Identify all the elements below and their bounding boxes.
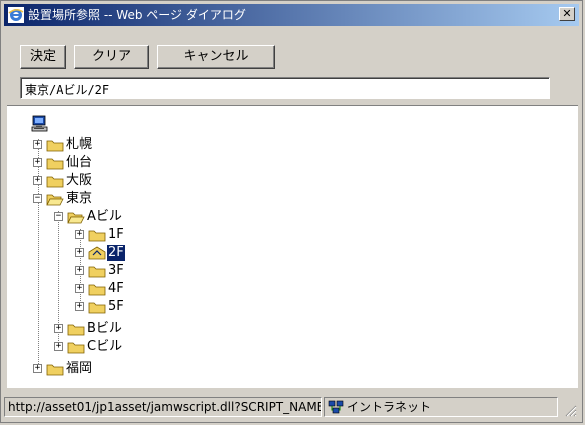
folder-icon [88,266,106,278]
tree-node-label: 5F [108,299,124,314]
tree-node-label: Bビル [87,321,122,336]
cancel-button[interactable]: キャンセル [157,45,275,69]
folder-icon [46,176,64,188]
close-button[interactable]: ✕ [559,7,575,21]
folder-icon [88,302,106,314]
ie-icon [8,7,24,23]
location-tree[interactable]: + 札幌 + 仙台 + 大阪 − 東京 − Aビル + 1F + 2F + 3F… [7,107,578,388]
status-url: http://asset01/jp1asset/jamwscript.dll?S… [4,397,322,417]
expand-toggle[interactable]: + [75,284,84,293]
tree-node-label: Cビル [87,339,123,354]
collapse-toggle[interactable]: − [33,194,42,203]
folder-icon [88,230,106,242]
resize-grip-icon[interactable] [563,403,577,417]
computer-icon [31,115,48,132]
tree-node-label: 福岡 [66,361,93,376]
clear-button[interactable]: クリア [74,45,149,69]
window-title: 設置場所参照 -- Web ページ ダイアログ [28,8,246,22]
folder-icon [46,158,64,170]
tree-node-label: 札幌 [66,137,93,152]
folder-icon [67,324,85,336]
expand-toggle[interactable]: + [33,158,42,167]
tree-node-label: 3F [108,263,124,278]
expand-toggle[interactable]: + [75,230,84,239]
tree-node-label: 大阪 [66,173,93,188]
intranet-icon [328,400,344,414]
tree-node-label: Aビル [87,209,122,224]
folder-icon [88,284,106,296]
tree-node-label: 2F [107,245,125,261]
dialog-window: 設置場所参照 -- Web ページ ダイアログ ✕ 決定 クリア キャンセル 東… [0,0,583,423]
zone-label: イントラネット [347,400,432,414]
tree-node-label: 仙台 [66,155,93,170]
folder-selected-icon [88,246,106,260]
folder-icon [46,140,64,152]
expand-toggle[interactable]: + [54,324,63,333]
expand-toggle[interactable]: + [75,248,84,257]
folder-icon [67,342,85,354]
folder-open-icon [46,194,64,206]
expand-toggle[interactable]: + [75,302,84,311]
ok-button[interactable]: 決定 [20,45,66,69]
tree-node-label: 4F [108,281,124,296]
tree-node-label: 1F [108,227,124,242]
security-zone: イントラネット [324,397,558,417]
folder-icon [46,364,64,376]
expand-toggle[interactable]: + [33,140,42,149]
tree-node-label: 東京 [66,191,93,206]
expand-toggle[interactable]: + [75,266,84,275]
folder-open-icon [67,212,85,224]
expand-toggle[interactable]: + [54,342,63,351]
status-bar: http://asset01/jp1asset/jamwscript.dll?S… [4,395,579,419]
expand-toggle[interactable]: + [33,364,42,373]
title-bar[interactable]: 設置場所参照 -- Web ページ ダイアログ ✕ [4,4,579,26]
location-path-input[interactable]: 東京/Aビル/2F [20,77,550,99]
expand-toggle[interactable]: + [33,176,42,185]
collapse-toggle[interactable]: − [54,212,63,221]
tree-line [38,139,39,370]
